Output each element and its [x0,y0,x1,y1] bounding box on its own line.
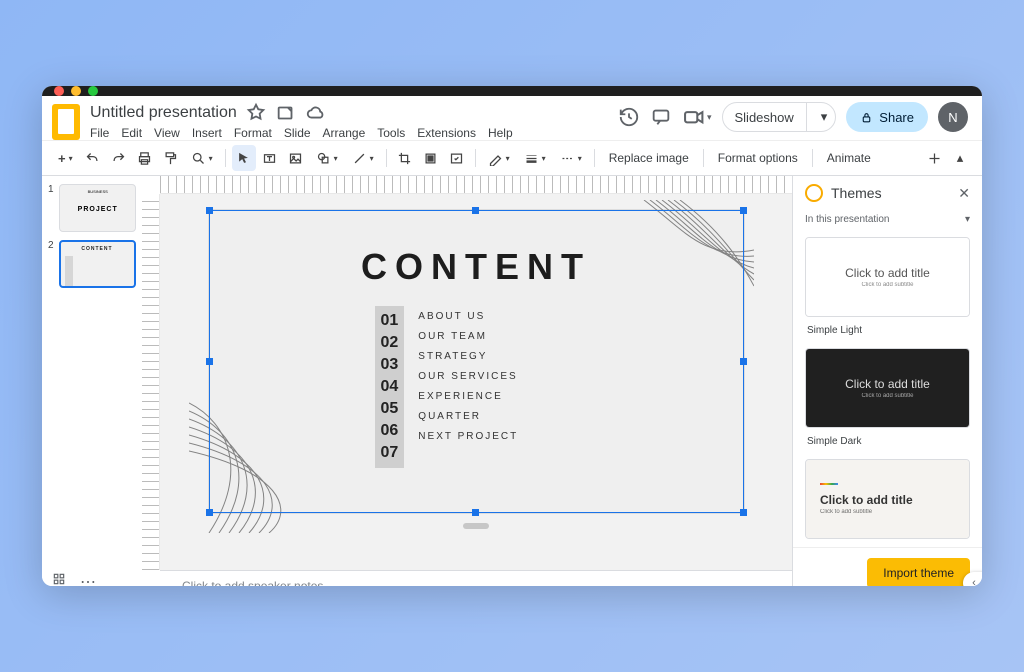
border-dash-button[interactable]: ▾ [554,145,588,171]
explore-button[interactable]: ‹ [963,572,982,586]
resize-handle[interactable] [740,358,747,365]
panel-title: Themes [831,185,882,201]
close-icon[interactable] [54,86,64,96]
paint-format-button[interactable] [159,145,183,171]
resize-handle[interactable] [740,509,747,516]
menu-view[interactable]: View [154,126,180,140]
slide-canvas[interactable]: CONTENT 01 02 03 04 05 06 07 [209,210,744,513]
menu-help[interactable]: Help [488,126,513,140]
resize-handle[interactable] [472,207,479,214]
theme-name: Simple Dark [805,434,970,453]
resize-handle[interactable] [206,207,213,214]
toolbar-overflow-icon[interactable] [922,145,946,171]
maximize-icon[interactable] [88,86,98,96]
meet-icon[interactable]: ▾ [682,106,712,128]
border-color-button[interactable]: ▾ [482,145,516,171]
slideshow-button[interactable]: Slideshow ▾ [722,102,837,132]
chevron-down-icon[interactable]: ▾ [965,214,970,225]
theme-card-simple-light[interactable]: Click to add titleClick to add subtitle [805,237,970,317]
canvas-area: CONTENT 01 02 03 04 05 06 07 [142,176,792,586]
import-theme-button[interactable]: Import theme [867,558,970,586]
avatar-initial: N [948,110,957,125]
reset-image-button[interactable] [445,145,469,171]
themes-icon [805,184,823,202]
menu-edit[interactable]: Edit [121,126,142,140]
theme-name: Simple Light [805,323,970,342]
slide-thumbnail-2[interactable]: CONTENT [59,240,136,288]
select-tool[interactable] [232,145,256,171]
resize-handle[interactable] [206,509,213,516]
replace-image-button[interactable]: Replace image [601,151,697,165]
border-weight-button[interactable]: ▾ [518,145,552,171]
slideshow-dropdown-icon[interactable]: ▾ [813,109,836,125]
slides-logo-icon [52,104,80,140]
slide-number: 2 [48,240,55,288]
zoom-button[interactable]: ▾ [185,145,219,171]
grid-view-icon[interactable] [52,572,66,586]
menu-format[interactable]: Format [234,126,272,140]
canvas-stage[interactable]: CONTENT 01 02 03 04 05 06 07 [160,194,792,570]
slide-thumbnail-1[interactable]: BUSINESS PROJECT [59,184,136,232]
redo-button[interactable] [107,145,131,171]
menu-insert[interactable]: Insert [192,126,222,140]
speaker-notes[interactable]: Click to add speaker notes [160,570,792,586]
document-title[interactable]: Untitled presentation [90,104,237,122]
share-button[interactable]: Share [846,102,928,132]
mask-button[interactable] [419,145,443,171]
theme-card-streamline[interactable]: Click to add titleClick to add subtitle [805,459,970,539]
theme-card-simple-dark[interactable]: Click to add titleClick to add subtitle [805,348,970,428]
menu-slide[interactable]: Slide [284,126,311,140]
window-titlebar [42,86,982,96]
animate-button[interactable]: Animate [819,151,879,165]
star-icon[interactable] [245,102,267,124]
undo-button[interactable] [81,145,105,171]
slide-number: 1 [48,184,55,232]
print-button[interactable] [133,145,157,171]
line-button[interactable]: ▾ [346,145,380,171]
menu-extensions[interactable]: Extensions [417,126,476,140]
lock-icon [860,111,873,124]
close-panel-icon[interactable]: ✕ [958,185,970,202]
more-icon[interactable]: ⋯ [80,572,98,586]
new-slide-button[interactable]: +▾ [52,145,79,171]
slide-filmstrip: 1 BUSINESS PROJECT 2 CONTENT [42,176,142,586]
slide-drag-handle[interactable] [463,523,489,529]
resize-handle[interactable] [206,358,213,365]
resize-handle[interactable] [472,509,479,516]
textbox-button[interactable] [258,145,282,171]
header: Untitled presentation File Edit View Ins… [42,96,982,140]
selection-outline [209,210,744,513]
slideshow-label: Slideshow [723,103,807,131]
shape-button[interactable]: ▾ [310,145,344,171]
account-avatar[interactable]: N [938,102,968,132]
ruler-horizontal [160,176,792,194]
image-button[interactable] [284,145,308,171]
share-label: Share [879,110,914,125]
app-body: Untitled presentation File Edit View Ins… [42,96,982,586]
format-options-button[interactable]: Format options [710,151,806,165]
minimize-icon[interactable] [71,86,81,96]
panel-section-label: In this presentation [805,214,890,225]
themes-list[interactable]: Click to add titleClick to add subtitle … [793,229,982,547]
menu-tools[interactable]: Tools [377,126,405,140]
menu-arrange[interactable]: Arrange [323,126,366,140]
cloud-status-icon[interactable] [305,102,327,124]
move-icon[interactable] [275,102,297,124]
workspace: 1 BUSINESS PROJECT 2 CONTENT [42,176,982,586]
resize-handle[interactable] [740,207,747,214]
bottom-left-controls: ⋯ [52,572,98,586]
menu-bar: File Edit View Insert Format Slide Arran… [90,126,608,140]
ruler-vertical [142,194,160,570]
comments-icon[interactable] [650,106,672,128]
history-icon[interactable] [618,106,640,128]
crop-button[interactable] [393,145,417,171]
toolbar: +▾ ▾ ▾ ▾ ▾ ▾ ▾ Replace image Format opti… [42,140,982,176]
app-window: Untitled presentation File Edit View Ins… [42,86,982,586]
themes-panel: Themes ✕ In this presentation ▾ Click to… [792,176,982,586]
menu-file[interactable]: File [90,126,109,140]
collapse-panel-icon[interactable]: ▴ [948,145,972,171]
